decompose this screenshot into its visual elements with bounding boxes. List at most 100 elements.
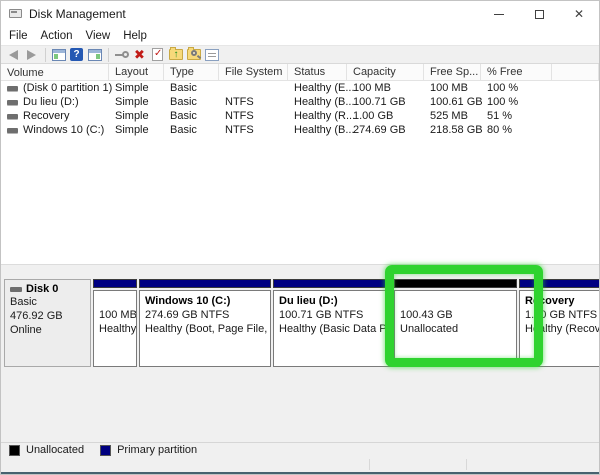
unallocated-swatch bbox=[9, 445, 20, 456]
folder-up-icon: ↑ bbox=[169, 49, 183, 60]
disk-status: Online bbox=[10, 323, 85, 337]
partition-du-lieu-d[interactable]: Du lieu (D:) 100.71 GB NTFS Healthy (Bas… bbox=[273, 279, 392, 367]
partition-windows-10-c[interactable]: Windows 10 (C:) 274.69 GB NTFS Healthy (… bbox=[139, 279, 271, 367]
partitions-strip: 100 MB Healthy ( Windows 10 (C:) 274.69 … bbox=[93, 279, 600, 367]
forward-button[interactable] bbox=[23, 47, 40, 63]
change-drive-letter-button[interactable]: ↑ bbox=[167, 47, 184, 63]
maximize-button[interactable] bbox=[519, 1, 559, 27]
disk-icon bbox=[10, 287, 22, 292]
table-row[interactable]: Recovery Simple Basic NTFS Healthy (R...… bbox=[1, 109, 599, 123]
menu-action[interactable]: Action bbox=[41, 28, 82, 44]
menu-help[interactable]: Help bbox=[123, 28, 156, 44]
show-action-pane-button[interactable] bbox=[86, 47, 103, 63]
minimize-icon bbox=[494, 14, 504, 15]
table-row[interactable]: Windows 10 (C:) Simple Basic NTFS Health… bbox=[1, 123, 599, 137]
graphical-view: Disk 0 Basic 476.92 GB Online 100 MB Hea… bbox=[1, 264, 599, 442]
help-button[interactable]: ? bbox=[68, 47, 85, 63]
cell-pct-free: 51 % bbox=[481, 110, 552, 122]
cell-type: Basic bbox=[164, 124, 219, 136]
cell-file-system: NTFS bbox=[219, 110, 288, 122]
back-button[interactable] bbox=[5, 47, 22, 63]
cell-capacity: 100.71 GB bbox=[347, 96, 424, 108]
column-header-free-space[interactable]: Free Sp... bbox=[424, 64, 481, 80]
partition-status: Healthy ( bbox=[99, 322, 131, 336]
show-console-tree-button[interactable] bbox=[50, 47, 67, 63]
column-header-capacity[interactable]: Capacity bbox=[347, 64, 424, 80]
properties-button[interactable] bbox=[203, 47, 220, 63]
action-pane-icon bbox=[88, 49, 102, 61]
cell-free-space: 100.61 GB bbox=[424, 96, 481, 108]
cell-status: Healthy (E... bbox=[288, 82, 347, 94]
cell-type: Basic bbox=[164, 96, 219, 108]
partition-name bbox=[99, 294, 131, 308]
menu-view[interactable]: View bbox=[86, 28, 120, 44]
column-header-blank bbox=[552, 64, 599, 80]
cell-file-system: NTFS bbox=[219, 124, 288, 136]
cell-status: Healthy (B... bbox=[288, 96, 347, 108]
partition-name: Windows 10 (C:) bbox=[145, 294, 265, 308]
primary-partition-swatch bbox=[100, 445, 111, 456]
cell-status: Healthy (R... bbox=[288, 110, 347, 122]
partition-size: 274.69 GB NTFS bbox=[145, 308, 265, 322]
column-header-type[interactable]: Type bbox=[164, 64, 219, 80]
column-header-pct-free[interactable]: % Free bbox=[481, 64, 552, 80]
primary-partition-strip bbox=[93, 279, 137, 288]
disk-0-info-panel[interactable]: Disk 0 Basic 476.92 GB Online bbox=[4, 279, 91, 367]
table-row[interactable]: Du lieu (D:) Simple Basic NTFS Healthy (… bbox=[1, 95, 599, 109]
cell-type: Basic bbox=[164, 82, 219, 94]
partition-unallocated[interactable]: 100.43 GB Unallocated bbox=[394, 279, 517, 367]
partition-recovery[interactable]: Recovery 1.00 GB NTFS Healthy (Recov bbox=[519, 279, 600, 367]
column-header-file-system[interactable]: File System bbox=[219, 64, 288, 80]
legend-bar: Unallocated Primary partition bbox=[1, 442, 599, 457]
close-icon: ✕ bbox=[574, 8, 584, 20]
menu-bar: File Action View Help bbox=[1, 27, 599, 45]
attach-vhd-button[interactable] bbox=[113, 47, 130, 63]
partition-status: Healthy (Recov bbox=[525, 322, 597, 336]
check-document-icon: ✓ bbox=[152, 48, 163, 61]
disk-type: Basic bbox=[10, 295, 85, 309]
partition-name bbox=[400, 294, 511, 308]
minimize-button[interactable] bbox=[479, 1, 519, 27]
explore-button[interactable] bbox=[185, 47, 202, 63]
console-tree-icon bbox=[52, 49, 66, 61]
cell-layout: Simple bbox=[109, 110, 164, 122]
tool-icon bbox=[115, 51, 129, 59]
disk-size: 476.92 GB bbox=[10, 309, 85, 323]
volume-icon bbox=[7, 86, 18, 91]
statusbar-separator bbox=[466, 459, 467, 470]
properties-icon bbox=[205, 49, 219, 61]
cell-free-space: 100 MB bbox=[424, 82, 481, 94]
volume-name: Windows 10 (C:) bbox=[23, 124, 104, 136]
column-header-layout[interactable]: Layout bbox=[109, 64, 164, 80]
cell-pct-free: 80 % bbox=[481, 124, 552, 136]
check-volume-button[interactable]: ✓ bbox=[149, 47, 166, 63]
legend-label-unallocated: Unallocated bbox=[26, 444, 84, 456]
toolbar: ? ✖ ✓ ↑ bbox=[1, 45, 599, 64]
column-header-status[interactable]: Status bbox=[288, 64, 347, 80]
partition-size: 1.00 GB NTFS bbox=[525, 308, 597, 322]
window-title: Disk Management bbox=[29, 7, 126, 21]
table-row[interactable]: (Disk 0 partition 1) Simple Basic Health… bbox=[1, 81, 599, 95]
primary-partition-strip bbox=[273, 279, 392, 288]
toolbar-separator bbox=[108, 48, 109, 62]
cell-pct-free: 100 % bbox=[481, 82, 552, 94]
cell-capacity: 100 MB bbox=[347, 82, 424, 94]
partition-size: 100.43 GB bbox=[400, 308, 511, 322]
partition-status: Healthy (Boot, Page File, Cras bbox=[145, 322, 265, 336]
partition-name: Recovery bbox=[525, 294, 597, 308]
delete-volume-button[interactable]: ✖ bbox=[131, 47, 148, 63]
unallocated-strip bbox=[394, 279, 517, 288]
cell-file-system: NTFS bbox=[219, 96, 288, 108]
close-button[interactable]: ✕ bbox=[559, 1, 599, 27]
table-header: Volume Layout Type File System Status Ca… bbox=[1, 64, 599, 81]
back-arrow-icon bbox=[9, 50, 18, 60]
volume-name: Du lieu (D:) bbox=[23, 96, 79, 108]
volume-name: Recovery bbox=[23, 110, 69, 122]
disk-name: Disk 0 bbox=[26, 283, 58, 295]
folder-search-icon bbox=[187, 49, 201, 60]
cell-layout: Simple bbox=[109, 82, 164, 94]
primary-partition-strip bbox=[519, 279, 600, 288]
menu-file[interactable]: File bbox=[9, 28, 37, 44]
partition-system-reserved[interactable]: 100 MB Healthy ( bbox=[93, 279, 137, 367]
column-header-volume[interactable]: Volume bbox=[1, 64, 109, 80]
